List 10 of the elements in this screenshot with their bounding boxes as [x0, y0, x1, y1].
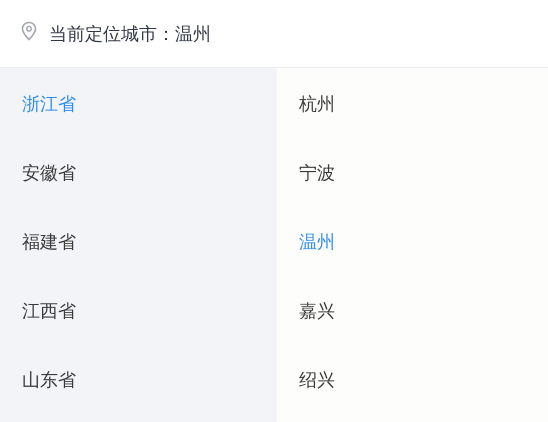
current-city-label: 当前定位城市：温州	[49, 22, 211, 46]
city-item[interactable]: 杭州	[277, 69, 548, 138]
city-item[interactable]: 宁波	[277, 138, 548, 207]
province-item[interactable]: 安徽省	[0, 138, 277, 207]
city-item[interactable]: 绍兴	[277, 345, 548, 414]
province-item[interactable]: 福建省	[0, 207, 277, 276]
province-item[interactable]: 江西省	[0, 276, 277, 345]
city-item[interactable]: 嘉兴	[277, 276, 548, 345]
province-item[interactable]: 山东省	[0, 345, 277, 414]
location-pin-icon	[21, 20, 37, 40]
